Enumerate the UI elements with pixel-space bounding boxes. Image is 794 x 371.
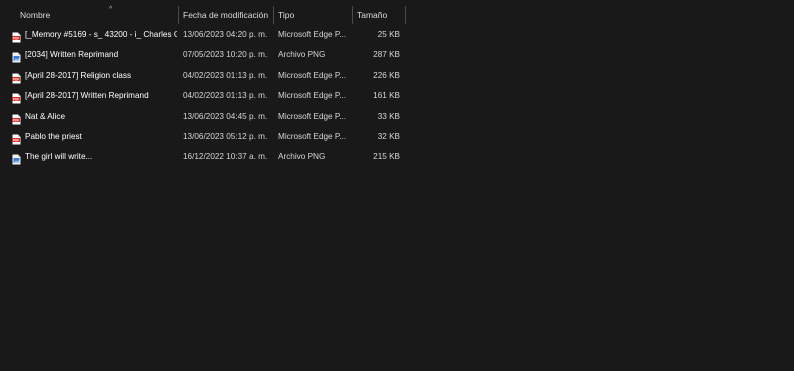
file-type: Microsoft Edge P... — [278, 111, 347, 121]
pdf-file-icon: PDF — [12, 71, 21, 84]
svg-text:PDF: PDF — [13, 36, 19, 40]
png-file-icon — [12, 152, 21, 165]
svg-text:PDF: PDF — [13, 118, 19, 122]
file-row[interactable]: [2034] Written Reprimand 07/05/2023 10:20… — [0, 45, 406, 65]
file-date-modified: 13/06/2023 04:20 p. m. — [183, 30, 268, 39]
column-header-type-label: Tipo — [278, 10, 295, 20]
column-header-size[interactable]: Tamaño — [352, 4, 404, 26]
file-name: Nat & Alice — [25, 111, 66, 121]
column-divider[interactable] — [405, 6, 406, 24]
file-size: 215 KB — [373, 152, 400, 162]
column-header-date[interactable]: Fecha de modificación — [178, 4, 272, 26]
file-name: [_Memory #5169 - s_ 43200 - i_ Charles C… — [25, 30, 177, 39]
column-header-size-label: Tamaño — [357, 10, 388, 20]
column-header-name-label: Nombre — [20, 10, 51, 20]
file-date-modified: 13/06/2023 05:12 p. m. — [183, 131, 268, 141]
file-size: 33 KB — [377, 111, 400, 121]
file-size: 25 KB — [377, 30, 400, 39]
file-size: 32 KB — [377, 131, 400, 141]
file-date-modified: 04/02/2023 01:13 p. m. — [183, 70, 268, 80]
column-header-bar: ^ Nombre Fecha de modificación Tipo Tama… — [0, 4, 406, 26]
svg-text:PDF: PDF — [13, 77, 19, 81]
column-header-name[interactable]: ^ Nombre — [15, 4, 179, 26]
sort-ascending-icon: ^ — [109, 6, 113, 13]
column-header-type[interactable]: Tipo — [273, 4, 352, 26]
file-list: PDF [_Memory #5169 - s_ 43200 - i_ Charle… — [0, 25, 406, 168]
file-date-modified: 16/12/2022 10:37 a. m. — [183, 152, 268, 162]
svg-text:PDF: PDF — [13, 97, 19, 101]
file-type: Microsoft Edge P... — [278, 70, 347, 80]
file-row[interactable]: PDF [April 28-2017] Written Reprimand 04/0… — [0, 86, 406, 106]
file-name: [April 28-2017] Written Reprimand — [25, 91, 149, 101]
file-type: Archivo PNG — [278, 152, 326, 162]
file-name: [2034] Written Reprimand — [25, 50, 119, 60]
file-row[interactable]: PDF Pablo the priest 13/06/2023 05:12 p. m… — [0, 127, 406, 147]
file-date-modified: 07/05/2023 10:20 p. m. — [183, 50, 268, 60]
pdf-file-icon: PDF — [12, 132, 21, 145]
pdf-file-icon: PDF — [12, 30, 21, 43]
file-size: 161 KB — [373, 91, 400, 101]
file-type: Microsoft Edge P... — [278, 30, 347, 39]
file-date-modified: 04/02/2023 01:13 p. m. — [183, 91, 268, 101]
file-row[interactable]: PDF [April 28-2017] Religion class 04/02/2… — [0, 66, 406, 86]
file-size: 226 KB — [373, 70, 400, 80]
file-row[interactable]: The girl will write... 16/12/2022 10:37 a… — [0, 147, 406, 167]
file-name: Pablo the priest — [25, 131, 82, 141]
png-file-icon — [12, 50, 21, 63]
column-header-date-label: Fecha de modificación — [183, 10, 269, 20]
file-row[interactable]: PDF [_Memory #5169 - s_ 43200 - i_ Charle… — [0, 25, 406, 45]
file-list-pane: ^ Nombre Fecha de modificación Tipo Tama… — [0, 0, 794, 371]
file-type: Microsoft Edge P... — [278, 131, 347, 141]
file-type: Archivo PNG — [278, 50, 326, 60]
file-type: Microsoft Edge P... — [278, 91, 347, 101]
pdf-file-icon: PDF — [12, 91, 21, 104]
file-size: 287 KB — [373, 50, 400, 60]
file-name: [April 28-2017] Religion class — [25, 70, 132, 80]
file-row[interactable]: PDF Nat & Alice 13/06/2023 04:45 p. m. Micr… — [0, 107, 406, 127]
pdf-file-icon: PDF — [12, 112, 21, 125]
file-name: The girl will write... — [25, 152, 93, 162]
file-date-modified: 13/06/2023 04:45 p. m. — [183, 111, 268, 121]
svg-text:PDF: PDF — [13, 138, 19, 142]
